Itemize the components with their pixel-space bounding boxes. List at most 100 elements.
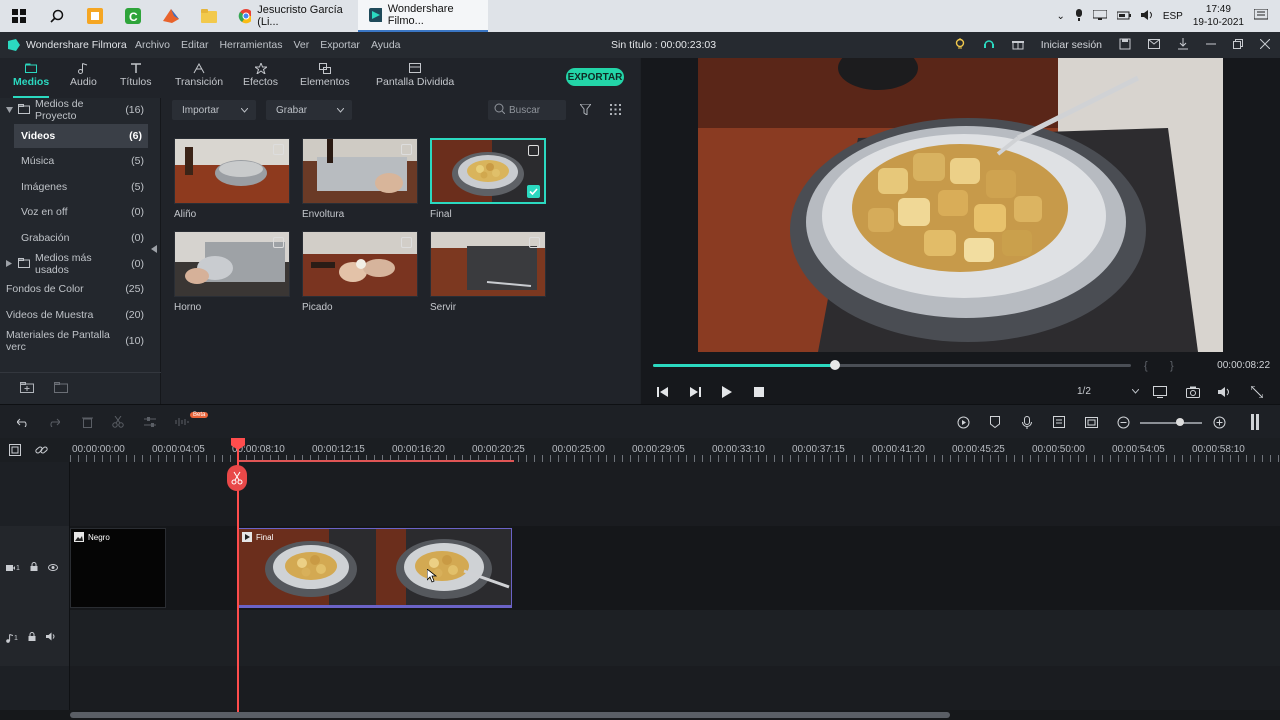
- step-back-icon[interactable]: [654, 384, 672, 400]
- delete-icon[interactable]: [78, 414, 96, 430]
- sidebar-item-voz-en-off[interactable]: Voz en off (0): [0, 200, 150, 224]
- media-item-picado[interactable]: Picado: [302, 231, 418, 313]
- speaker-icon[interactable]: [45, 632, 56, 644]
- sidebar-item-imagenes[interactable]: Imágenes (5): [0, 175, 150, 199]
- preview-progress-handle[interactable]: [829, 360, 840, 370]
- tab-audio[interactable]: Audio: [70, 62, 97, 96]
- zoom-out-icon[interactable]: [1114, 414, 1132, 430]
- playhead-split-scissors-icon[interactable]: [227, 465, 247, 491]
- render-preview-icon[interactable]: [954, 414, 972, 430]
- undo-icon[interactable]: [14, 414, 32, 430]
- link-icon[interactable]: [35, 444, 48, 459]
- zoom-slider-track[interactable]: [1140, 422, 1202, 424]
- battery-icon[interactable]: [1116, 10, 1131, 23]
- notes-app-icon[interactable]: [76, 0, 114, 32]
- filter-icon[interactable]: [578, 103, 593, 118]
- new-folder-icon[interactable]: [20, 381, 34, 396]
- menu-ayuda[interactable]: Ayuda: [371, 39, 401, 51]
- tab-pantalla-dividida[interactable]: Pantalla Dividida: [376, 62, 454, 96]
- visibility-eye-icon[interactable]: [47, 562, 58, 574]
- fullscreen-icon[interactable]: [1248, 384, 1266, 400]
- lock-icon[interactable]: [28, 632, 36, 644]
- sidebar-item-most-used[interactable]: Medios más usados (0): [0, 252, 150, 276]
- matlab-icon[interactable]: [152, 0, 190, 32]
- voiceover-mic-icon[interactable]: [1018, 414, 1036, 430]
- tab-transicion[interactable]: Transición: [175, 62, 223, 96]
- preview-quality-select[interactable]: 1/2: [1077, 386, 1140, 397]
- record-dropdown[interactable]: Grabar: [266, 100, 352, 120]
- caret-right-icon[interactable]: [6, 258, 14, 270]
- media-item-final[interactable]: Final: [430, 138, 546, 220]
- search-box[interactable]: Buscar: [488, 100, 566, 120]
- gift-icon[interactable]: [1011, 38, 1024, 53]
- split-scissors-icon[interactable]: [109, 414, 127, 430]
- close-icon[interactable]: [1259, 38, 1271, 52]
- caret-down-icon[interactable]: [6, 104, 14, 116]
- headset-icon[interactable]: [983, 38, 995, 53]
- notifications-icon[interactable]: [1253, 8, 1269, 24]
- maximize-icon[interactable]: [1233, 38, 1243, 52]
- redo-icon[interactable]: [45, 414, 63, 430]
- audio-waveform-icon[interactable]: [173, 414, 191, 430]
- marker-icon[interactable]: [986, 414, 1004, 430]
- camera-icon[interactable]: [1184, 384, 1202, 400]
- sidebar-item-musica[interactable]: Música (5): [0, 149, 150, 173]
- search-input[interactable]: Buscar: [509, 105, 540, 116]
- add-track-icon[interactable]: [9, 444, 21, 459]
- sidebar-item-project-media[interactable]: Medios de Proyecto (16): [0, 98, 150, 122]
- timeline-clip-negro[interactable]: Negro: [70, 528, 166, 608]
- clock[interactable]: 17:49 19-10-2021: [1193, 3, 1244, 29]
- sidebar-item-grabacion[interactable]: Grabación (0): [0, 226, 150, 250]
- sidebar-item-sample-videos[interactable]: Videos de Muestra (20): [0, 303, 150, 327]
- network-icon[interactable]: [1092, 9, 1108, 23]
- preview-progress-bar[interactable]: [653, 360, 1131, 370]
- menu-ver[interactable]: Ver: [293, 39, 309, 51]
- sidebar-item-videos[interactable]: Videos (6): [14, 124, 148, 148]
- collapse-sidebar-icon[interactable]: [151, 244, 157, 256]
- snapshot-icon[interactable]: [1082, 414, 1100, 430]
- menu-archivo[interactable]: Archivo: [135, 39, 170, 51]
- mark-in-icon[interactable]: {: [1144, 360, 1148, 372]
- media-item-alino[interactable]: Aliño: [174, 138, 290, 220]
- step-forward-icon[interactable]: [686, 384, 704, 400]
- grid-view-icon[interactable]: [610, 104, 621, 118]
- audio-track[interactable]: [70, 610, 1280, 666]
- minimize-icon[interactable]: [1206, 39, 1216, 52]
- microphone-icon[interactable]: [1075, 8, 1083, 24]
- tab-titulos[interactable]: Títulos: [120, 62, 152, 96]
- tab-medios[interactable]: Medios: [13, 62, 50, 98]
- language-indicator[interactable]: ESP: [1163, 11, 1183, 22]
- chevron-up-icon[interactable]: ⌄: [1056, 11, 1064, 22]
- menu-exportar[interactable]: Exportar: [320, 39, 360, 51]
- lightbulb-icon[interactable]: [954, 37, 966, 53]
- mark-out-icon[interactable]: }: [1170, 360, 1174, 372]
- import-dropdown[interactable]: Importar: [172, 100, 256, 120]
- tab-efectos[interactable]: Efectos: [243, 62, 278, 96]
- mail-icon[interactable]: [1148, 38, 1160, 52]
- sidebar-item-green-screen[interactable]: Materiales de Pantalla verc (10): [0, 329, 150, 353]
- timeline-ruler[interactable]: 00:00:00:00 00:00:04:05 00:00:08:10 00:00:1…: [70, 438, 1280, 462]
- signin-link[interactable]: Iniciar sesión: [1041, 39, 1102, 51]
- monitor-icon[interactable]: [1151, 384, 1169, 400]
- save-icon[interactable]: [1119, 38, 1131, 53]
- media-item-envoltura[interactable]: Envoltura: [302, 138, 418, 220]
- timeline-horizontal-scrollbar[interactable]: [0, 710, 1280, 720]
- adjust-icon[interactable]: [141, 414, 159, 430]
- zoom-in-icon[interactable]: [1210, 414, 1228, 430]
- play-icon[interactable]: [718, 384, 736, 400]
- tab-elementos[interactable]: Elementos: [300, 62, 350, 96]
- windows-start-icon[interactable]: [0, 0, 38, 32]
- audio-mixer-icon[interactable]: [1050, 414, 1068, 430]
- zoom-slider-handle[interactable]: [1176, 418, 1184, 426]
- scrollbar-thumb[interactable]: [70, 712, 950, 718]
- folder-icon[interactable]: [190, 0, 228, 32]
- volume-icon[interactable]: [1216, 384, 1234, 400]
- export-button[interactable]: EXPORTAR: [566, 68, 624, 86]
- media-item-horno[interactable]: Horno: [174, 231, 290, 313]
- stop-icon[interactable]: [750, 384, 768, 400]
- lock-icon[interactable]: [30, 562, 38, 574]
- menu-editar[interactable]: Editar: [181, 39, 208, 51]
- pause-panel-icon[interactable]: [1246, 414, 1264, 430]
- media-item-servir[interactable]: Servir: [430, 231, 546, 313]
- volume-icon[interactable]: [1140, 9, 1153, 23]
